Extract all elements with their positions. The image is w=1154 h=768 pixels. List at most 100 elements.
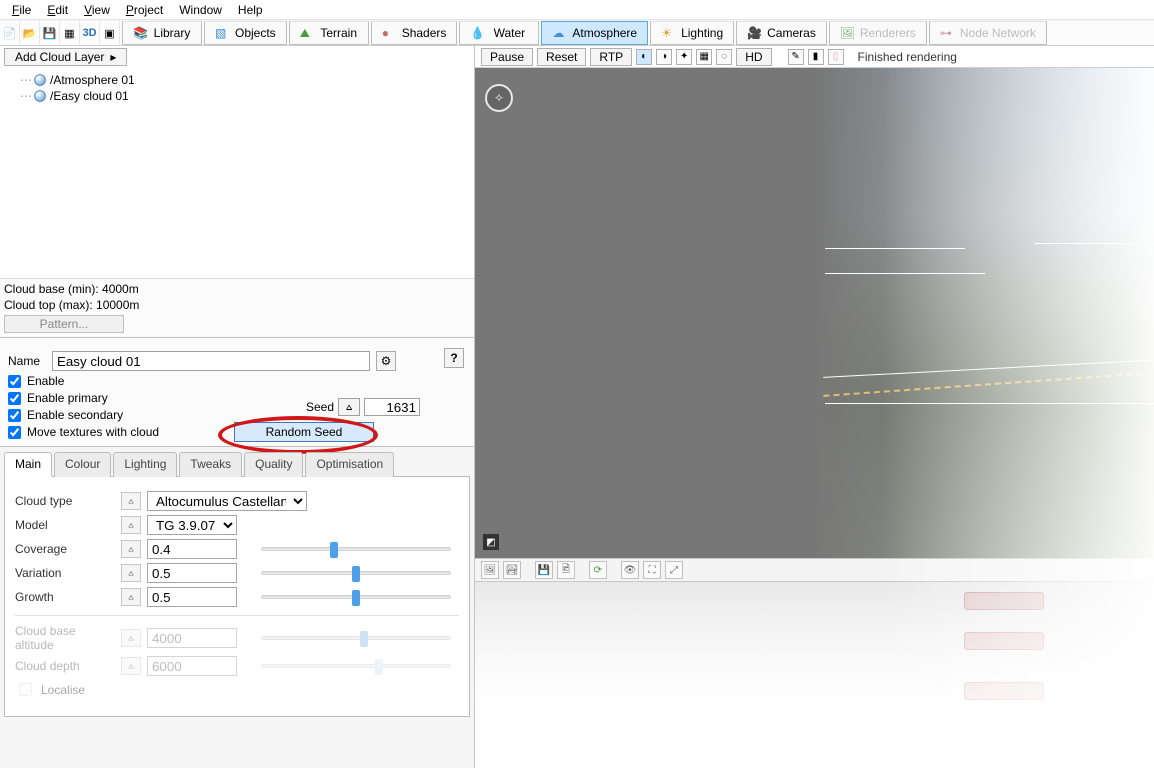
help-button[interactable]: ?: [444, 348, 464, 368]
pause-button[interactable]: Pause: [481, 48, 533, 66]
expr-button[interactable]: ⩟: [121, 516, 141, 534]
seed-input[interactable]: [364, 398, 420, 416]
name-input[interactable]: [52, 351, 370, 371]
tree-item-atmosphere[interactable]: ⋯ /Atmosphere 01: [6, 72, 468, 88]
rtp-button[interactable]: RTP: [590, 48, 632, 66]
cloud-type-select[interactable]: Altocumulus Castellanus: [147, 491, 307, 511]
category-renderers[interactable]: 🖼 Renderers: [829, 21, 927, 45]
category-water[interactable]: 💧 Water: [459, 21, 539, 45]
add-cloud-layer-button[interactable]: Add Cloud Layer ▸: [4, 48, 127, 66]
cloud-depth-slider: [261, 664, 451, 668]
new-file-icon[interactable]: 📄: [0, 21, 20, 45]
network-icon[interactable]: ▣: [100, 21, 120, 45]
tab-tweaks[interactable]: Tweaks: [179, 452, 242, 477]
sun-icon: ☀: [661, 26, 675, 40]
render-opt2-icon[interactable]: ◑: [656, 49, 672, 65]
layout-icon[interactable]: ▦: [60, 21, 80, 45]
view-image2-icon[interactable]: 🏞: [503, 561, 521, 579]
gear-icon: ⚙: [381, 354, 392, 368]
category-atmosphere[interactable]: ☁ Atmosphere: [541, 21, 648, 45]
tool-brush-icon[interactable]: ✎: [788, 49, 804, 65]
pattern-button[interactable]: Pattern...: [4, 315, 124, 333]
dropdown-arrow-icon: ▸: [110, 50, 116, 64]
render-opt1-icon[interactable]: ◐: [636, 49, 652, 65]
cloud-info: Cloud base (min): 4000m Cloud top (max):…: [0, 278, 474, 338]
view-copy-icon[interactable]: 🖻: [557, 561, 575, 579]
tab-lighting[interactable]: Lighting: [113, 452, 177, 477]
category-library[interactable]: 📚 Library: [122, 21, 202, 45]
seed-expr-button[interactable]: ⩟: [338, 398, 360, 416]
settings-button[interactable]: ⚙: [376, 351, 396, 371]
enable-checkbox[interactable]: [8, 375, 21, 388]
enable-secondary-checkbox[interactable]: [8, 409, 21, 422]
eye-icon[interactable]: 👁: [621, 561, 639, 579]
expr-button[interactable]: ⩟: [121, 588, 141, 606]
variation-slider[interactable]: [261, 571, 451, 575]
menu-bar: File Edit View Project Window Help: [0, 0, 1154, 20]
crop-icon[interactable]: ⛶: [643, 561, 661, 579]
left-pane: ⋯ /Atmosphere 01 ⋯ /Easy cloud 01 Cloud …: [0, 68, 475, 768]
render-view[interactable]: ✧ ◩: [475, 68, 1154, 558]
tab-quality[interactable]: Quality: [244, 452, 303, 477]
category-objects-label: Objects: [235, 26, 276, 40]
tab-colour[interactable]: Colour: [54, 452, 111, 477]
tab-optimisation[interactable]: Optimisation: [305, 452, 394, 477]
expr-button[interactable]: ⩟: [121, 492, 141, 510]
exposure-icon[interactable]: ◩: [483, 534, 499, 550]
category-terrain[interactable]: ⛰ Terrain: [289, 21, 369, 45]
add-cloud-label: Add Cloud Layer: [15, 50, 104, 64]
reset-button[interactable]: Reset: [537, 48, 586, 66]
camera-icon: 🎥: [747, 26, 761, 40]
category-node-network[interactable]: ⊶ Node Network: [929, 21, 1047, 45]
tab-body-main: Cloud type ⩟ Altocumulus Castellanus Mod…: [4, 477, 470, 717]
open-file-icon[interactable]: 📂: [20, 21, 40, 45]
category-cameras[interactable]: 🎥 Cameras: [736, 21, 827, 45]
refresh-icon[interactable]: ⟳: [589, 561, 607, 579]
tree-branch-icon: ⋯: [20, 89, 30, 103]
menu-file[interactable]: File: [4, 1, 39, 19]
tree-item-easy-cloud[interactable]: ⋯ /Easy cloud 01: [6, 88, 468, 104]
growth-slider[interactable]: [261, 595, 451, 599]
expand-icon[interactable]: ⤢: [665, 561, 683, 579]
tool-crop-icon[interactable]: ▯: [828, 49, 844, 65]
expr-button: ⩟: [121, 657, 141, 675]
coverage-input[interactable]: [147, 539, 237, 559]
coverage-label: Coverage: [15, 542, 115, 556]
hd-button[interactable]: HD: [736, 48, 771, 66]
menu-help[interactable]: Help: [230, 1, 271, 19]
render-opt3-icon[interactable]: ✦: [676, 49, 692, 65]
category-water-label: Water: [490, 26, 528, 40]
view-image1-icon[interactable]: 🖼: [481, 561, 499, 579]
cloud-base-text: Cloud base (min): 4000m: [4, 281, 470, 297]
coverage-slider[interactable]: [261, 547, 451, 551]
tab-main[interactable]: Main: [4, 452, 52, 477]
main-toolbar: 📄 📂 💾 ▦ 3D ▣ 📚 Library ▧ Objects ⛰ Terra…: [0, 20, 1154, 46]
render-opt5-icon[interactable]: ◌: [716, 49, 732, 65]
random-seed-button[interactable]: Random Seed: [234, 422, 374, 442]
category-objects[interactable]: ▧ Objects: [204, 21, 287, 45]
model-select[interactable]: TG 3.9.07: [147, 515, 237, 535]
expr-button[interactable]: ⩟: [121, 540, 141, 558]
move-textures-checkbox[interactable]: [8, 426, 21, 439]
save-file-icon[interactable]: 💾: [40, 21, 60, 45]
menu-view[interactable]: View: [76, 1, 118, 19]
render-opt4-icon[interactable]: ▦: [696, 49, 712, 65]
view-3d-icon[interactable]: 3D: [80, 21, 100, 45]
tree-label: /Atmosphere 01: [50, 73, 135, 87]
menu-project[interactable]: Project: [118, 1, 171, 19]
menu-window[interactable]: Window: [171, 1, 230, 19]
node-tree[interactable]: ⋯ /Atmosphere 01 ⋯ /Easy cloud 01: [0, 68, 474, 278]
view-save-icon[interactable]: 💾: [535, 561, 553, 579]
node-network-view[interactable]: [475, 582, 1154, 768]
params-tabs: Main Colour Lighting Tweaks Quality Opti…: [0, 447, 474, 768]
cloud-base-alt-label: Cloud base altitude: [15, 624, 115, 652]
expr-button[interactable]: ⩟: [121, 564, 141, 582]
tool-paint-icon[interactable]: ▮: [808, 49, 824, 65]
category-shaders[interactable]: ● Shaders: [371, 21, 458, 45]
enable-primary-checkbox[interactable]: [8, 392, 21, 405]
category-lighting[interactable]: ☀ Lighting: [650, 21, 734, 45]
variation-input[interactable]: [147, 563, 237, 583]
menu-edit[interactable]: Edit: [39, 1, 76, 19]
category-shaders-label: Shaders: [402, 26, 447, 40]
growth-input[interactable]: [147, 587, 237, 607]
